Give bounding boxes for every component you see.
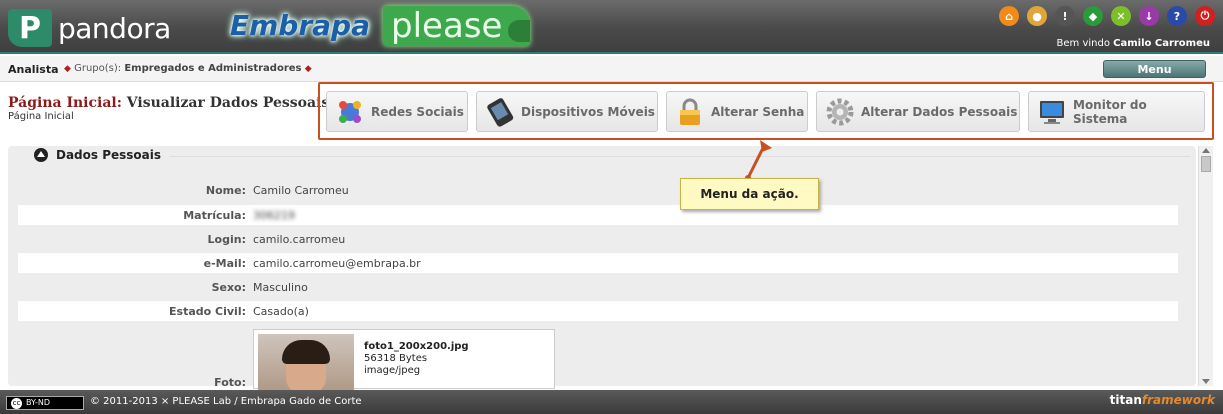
monitor-icon [1040, 100, 1064, 124]
photo-hair [282, 340, 330, 364]
field-label: Nome: [205, 184, 246, 197]
action-label: Monitor do Sistema [1073, 97, 1147, 126]
social-networks-button[interactable]: Redes Sociais [326, 91, 468, 132]
please-logo: please [383, 6, 531, 46]
photo-mime: image/jpeg [364, 365, 421, 376]
user-role: Analista [8, 63, 59, 76]
app-footer: cc BY-ND © 2011-2013 × PLEASE Lab / Embra… [0, 390, 1223, 414]
titan-framework-logo[interactable]: titanframework [1110, 393, 1215, 407]
field-label: Estado Civil: [169, 305, 246, 318]
user-icon[interactable]: ● [1027, 6, 1047, 26]
page-title-section: Página Inicial: [8, 95, 122, 111]
field-row-sex: Sexo: Masculino [18, 277, 1178, 297]
field-row-photo: Foto: [18, 372, 1178, 392]
groups-value: Empregados e Administradores [124, 63, 302, 74]
scroll-up-arrow-icon[interactable] [1202, 148, 1210, 153]
mobile-device-icon [487, 97, 514, 127]
header-icon-bar: ⌂ ●! ◆ ✕ ↓? ⏻ [999, 6, 1215, 26]
field-label: Login: [207, 233, 246, 246]
section-divider [170, 156, 1190, 157]
padlock-icon [680, 98, 700, 125]
download-icon[interactable]: ↓ [1139, 6, 1159, 26]
brazil-flag-icon[interactable]: ◆ [1083, 6, 1103, 26]
field-label: Matrícula: [183, 209, 246, 222]
field-row-marital-status: Estado Civil: Casado(a) [18, 301, 1178, 321]
action-label: Dispositivos Móveis [521, 104, 655, 119]
social-networks-icon [339, 100, 361, 123]
pandora-logo[interactable]: P pandora [8, 8, 171, 48]
field-row-login: Login: camilo.carromeu [18, 229, 1178, 249]
power-icon[interactable]: ⏻ [1195, 6, 1215, 26]
please-logo-text: please [391, 6, 503, 46]
field-row-registration: Matrícula: 306219 [18, 205, 1178, 225]
system-monitor-button[interactable]: Monitor do Sistema [1028, 91, 1205, 132]
action-label: Alterar Senha [711, 104, 805, 119]
pandora-logo-text: pandora [58, 11, 171, 45]
field-value: Masculino [253, 281, 308, 294]
field-value: camilo.carromeu [253, 233, 346, 246]
diamond-icon: ◆ [64, 64, 71, 74]
user-groups: ◆ Grupo(s): Empregados e Administradores… [64, 63, 312, 74]
photo-size: 56318 Bytes [364, 353, 428, 364]
scrollbar-thumb[interactable] [1201, 156, 1211, 172]
diamond-icon: ◆ [304, 64, 312, 74]
photo-attachment[interactable]: foto1_200x200.jpg 56318 Bytes image/jpeg [253, 329, 555, 390]
action-label: Alterar Dados Pessoais [861, 104, 1018, 119]
gear-icon [826, 98, 854, 125]
cc-icon: cc [11, 398, 22, 409]
help-shield-icon[interactable]: ? [1167, 6, 1187, 26]
puzzle-tab-shape [508, 20, 531, 42]
collapse-arrow-icon[interactable] [34, 148, 48, 162]
embrapa-logo: Embrapa [230, 9, 370, 42]
creative-commons-badge[interactable]: cc BY-ND [6, 396, 84, 410]
page-title: Página Inicial: Visualizar Dados Pessoai… [8, 95, 329, 111]
welcome-prefix: Bem vindo [1056, 38, 1110, 49]
titan-logo-b: framework [1141, 393, 1215, 407]
change-personal-data-button[interactable]: Alterar Dados Pessoais [816, 91, 1020, 132]
field-row-email: e-Mail: camilo.carromeu@embrapa.br [18, 253, 1178, 273]
field-value: Camilo Carromeu [253, 184, 349, 197]
section-header[interactable]: Dados Pessoais [34, 148, 161, 162]
page-subtitle: Página Inicial [8, 111, 74, 122]
app-header: P pandora Embrapa please ⌂ ●! ◆ ✕ ↓? ⏻ Bem vi… [0, 0, 1223, 54]
photo-filename: foto1_200x200.jpg [364, 341, 469, 352]
field-label: e-Mail: [203, 257, 246, 270]
menu-button[interactable]: Menu [1103, 60, 1206, 78]
copyright-text: © 2011-2013 × PLEASE Lab / Embrapa Gado … [90, 396, 362, 407]
user-photo [258, 334, 354, 390]
mobile-devices-button[interactable]: Dispositivos Móveis [476, 91, 658, 132]
welcome-user: Camilo Carromeu [1113, 38, 1210, 49]
groups-label: Grupo(s): [74, 63, 122, 74]
titan-logo-a: titan [1109, 393, 1142, 407]
page-title-action: Visualizar Dados Pessoais [126, 95, 330, 111]
tooltip-arrow [745, 140, 772, 181]
field-value: Casado(a) [253, 305, 309, 318]
welcome-text: Bem vindo Camilo Carromeu [1057, 38, 1210, 49]
alert-icon[interactable]: ! [1055, 6, 1075, 26]
scroll-down-arrow-icon[interactable] [1202, 379, 1210, 384]
pandora-logo-mark: P [8, 9, 52, 47]
field-label: Foto: [214, 376, 246, 389]
cc-badge-text: BY-ND [26, 398, 51, 407]
action-label: Redes Sociais [371, 104, 464, 119]
field-value: 306219 [253, 209, 295, 222]
field-value: camilo.carromeu@embrapa.br [253, 257, 421, 270]
breadcrumb-bar: Analista ◆ Grupo(s): Empregados e Admini… [0, 56, 1223, 82]
action-menu-tooltip: Menu da ação. [680, 178, 819, 210]
section-title: Dados Pessoais [56, 148, 162, 162]
photo-meta: foto1_200x200.jpg 56318 Bytes image/jpeg [364, 341, 469, 377]
field-row-name: Nome: Camilo Carromeu [18, 180, 1178, 200]
tools-icon[interactable]: ✕ [1111, 6, 1131, 26]
vertical-scrollbar[interactable] [1198, 146, 1213, 386]
field-label: Sexo: [211, 281, 246, 294]
change-password-button[interactable]: Alterar Senha [666, 91, 808, 132]
home-icon[interactable]: ⌂ [999, 6, 1019, 26]
